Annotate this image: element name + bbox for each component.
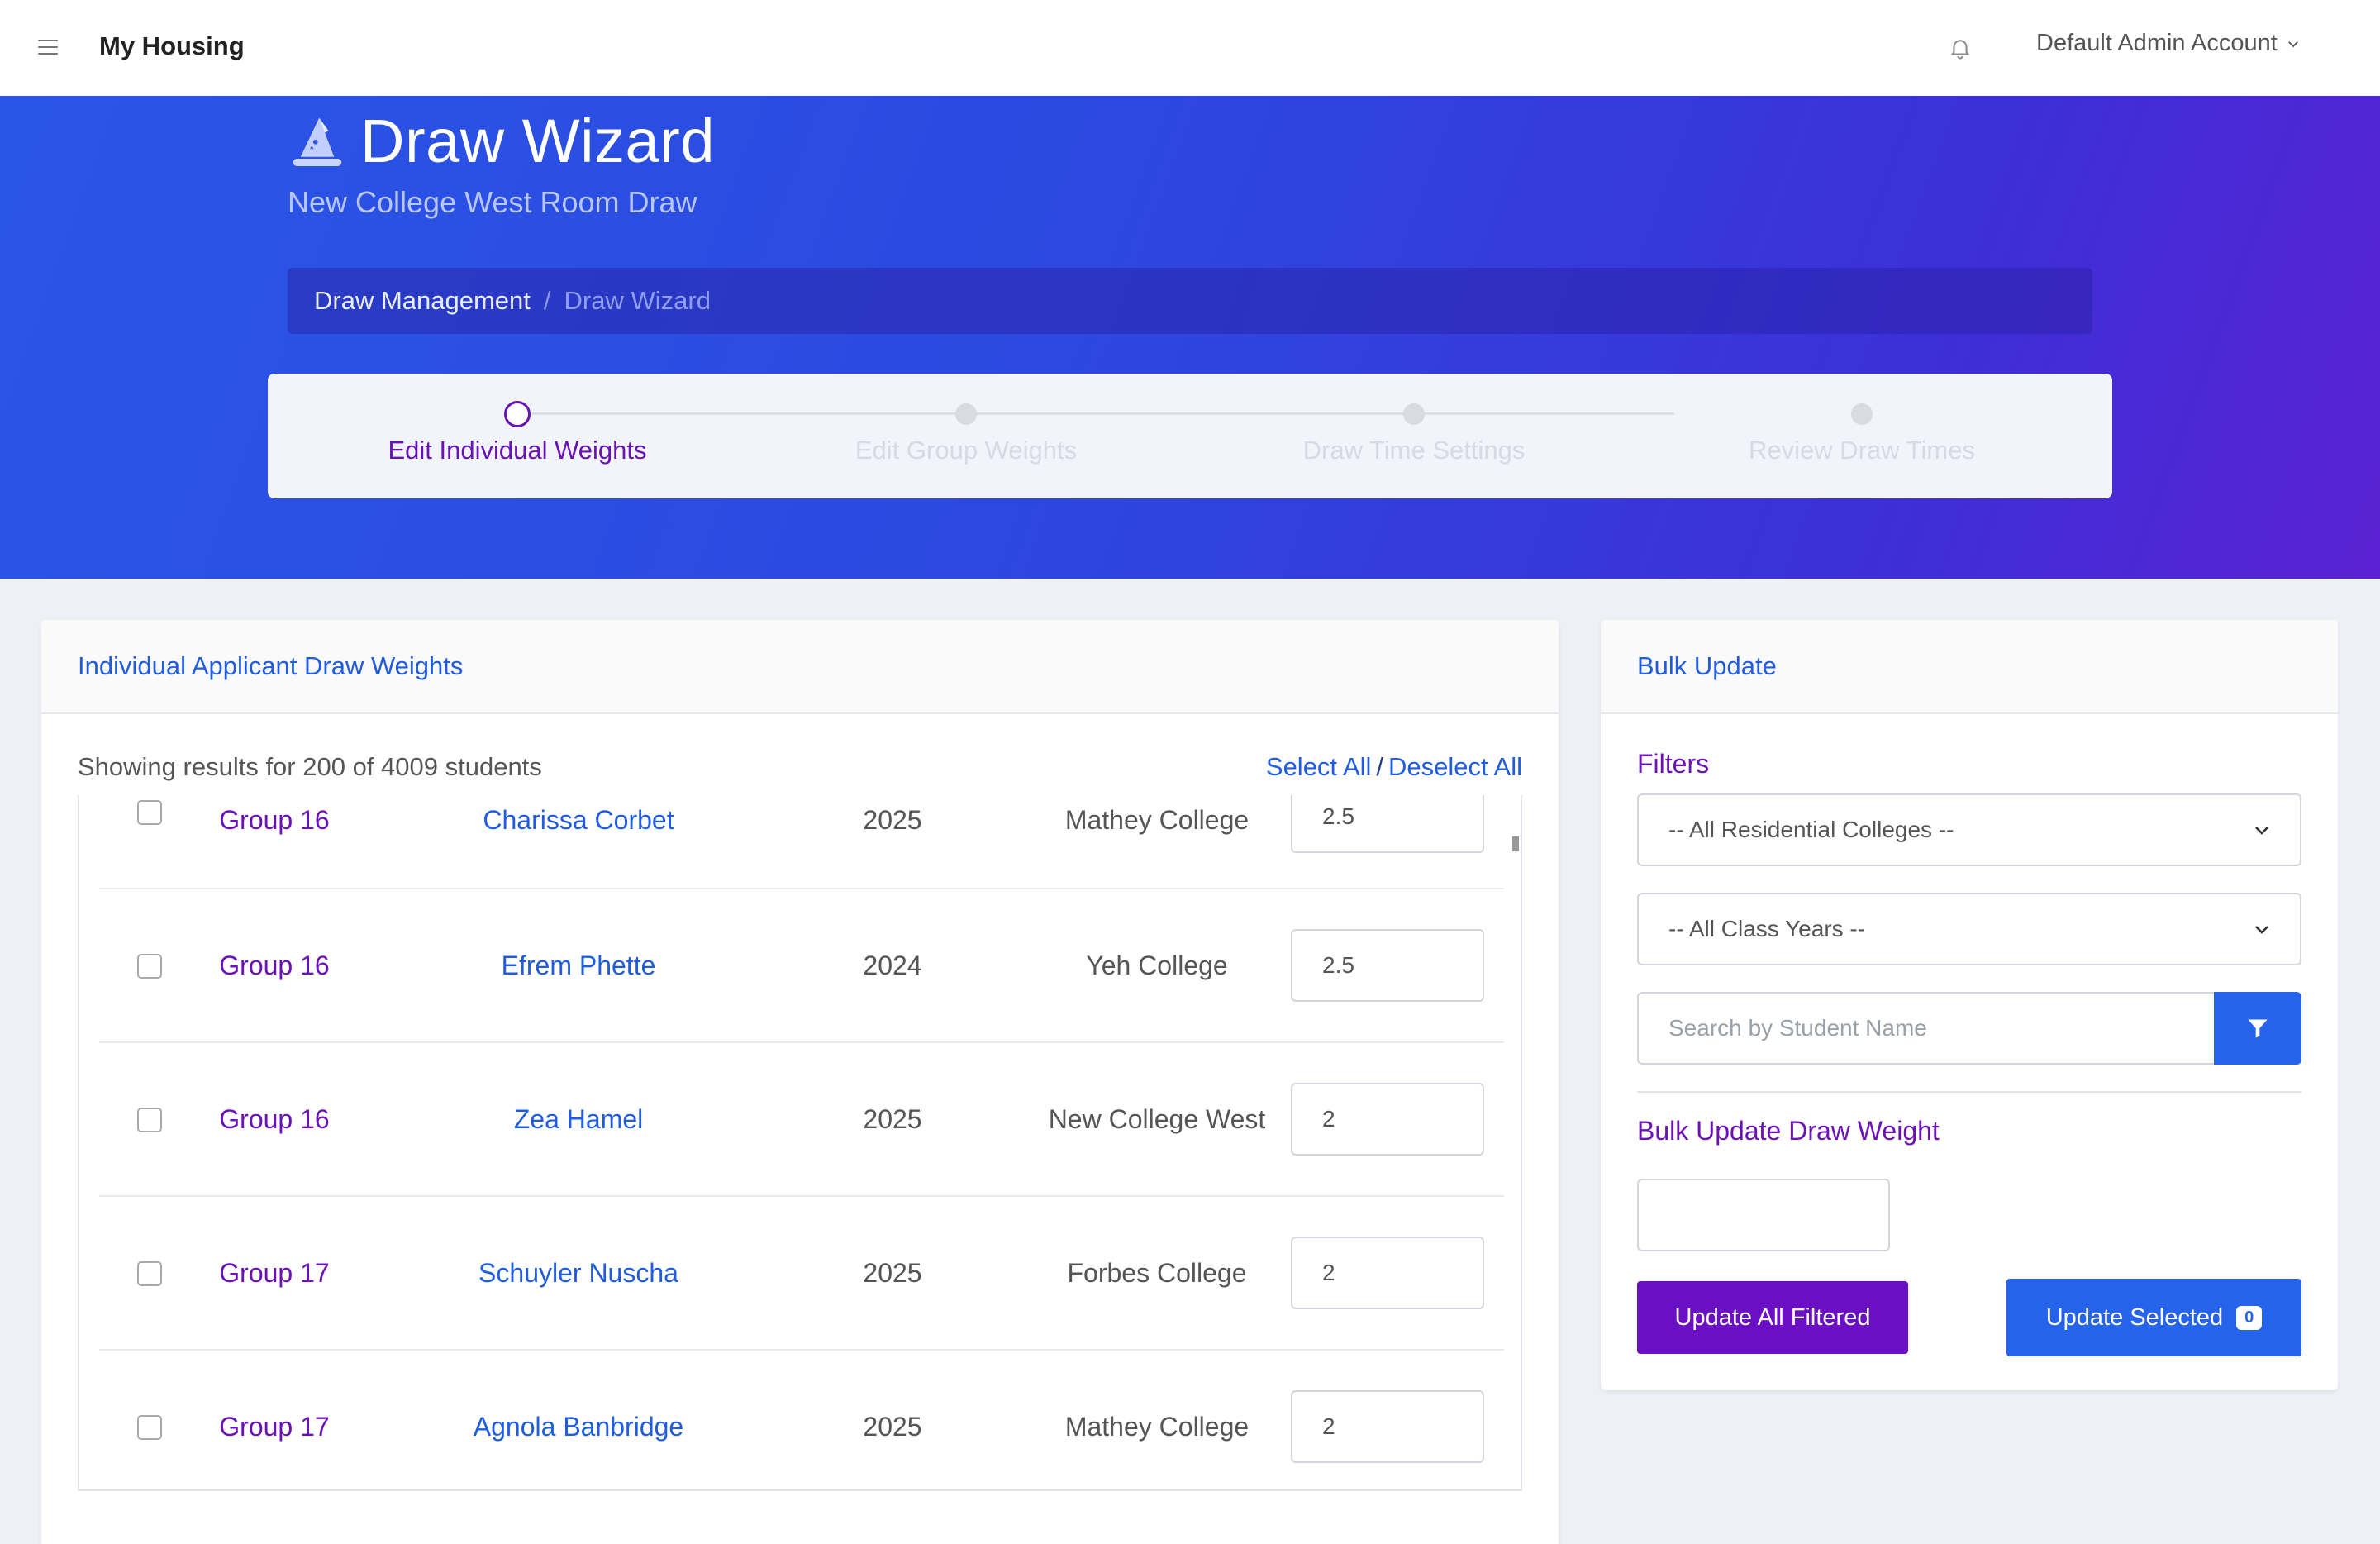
residential-college: Forbes College (1067, 1258, 1247, 1288)
applicant-table[interactable]: Group 16 Charissa Corbet 2025 Mathey Col… (78, 795, 1522, 1491)
filter-icon (2248, 1019, 2268, 1038)
class-year-select[interactable]: -- All Class Years -- (1637, 893, 2301, 965)
residential-college: Mathey College (1064, 1412, 1250, 1442)
step-dot-edit-group-weights[interactable] (955, 403, 977, 425)
account-name: Default Admin Account (2036, 30, 2278, 56)
class-year: 2025 (863, 1258, 922, 1288)
top-navbar: My Housing Default Admin Account (0, 0, 2380, 96)
card-title: Bulk Update (1601, 620, 2338, 714)
update-selected-label: Update Selected (2045, 1303, 2224, 1331)
student-name-link[interactable]: Efrem Phette (413, 951, 744, 981)
table-row: Group 17 Agnola Banbridge 2025 Mathey Co… (99, 1351, 1504, 1489)
bulk-update-card: Bulk Update Filters -- All Residential C… (1601, 620, 2338, 1390)
chevron-down-icon (2255, 827, 2268, 835)
step-label-edit-individual-weights[interactable]: Edit Individual Weights (388, 436, 646, 465)
weight-input[interactable] (1291, 795, 1484, 853)
residential-college: Yeh College (1086, 951, 1228, 980)
breadcrumb: Draw Management / Draw Wizard (288, 268, 2092, 334)
table-row: Group 17 Schuyler Nuscha 2025 Forbes Col… (99, 1197, 1504, 1351)
weight-input[interactable] (1291, 1083, 1484, 1156)
step-dot-draw-time-settings[interactable] (1403, 403, 1425, 425)
chevron-down-icon (2287, 41, 2298, 47)
weight-input[interactable] (1291, 1237, 1484, 1309)
student-name-link[interactable]: Agnola Banbridge (413, 1412, 744, 1442)
bulk-weight-input[interactable] (1637, 1179, 1890, 1251)
filters-label: Filters (1637, 749, 1710, 779)
student-search (1637, 992, 2301, 1065)
row-checkbox[interactable] (137, 800, 162, 825)
bulk-weight-label: Bulk Update Draw Weight (1637, 1116, 1940, 1146)
deselect-all-link[interactable]: Deselect All (1388, 752, 1522, 781)
page-subtitle: New College West Room Draw (288, 185, 697, 219)
student-name-link[interactable]: Zea Hamel (413, 1104, 744, 1135)
wizard-stepper: Edit Individual Weights Edit Group Weigh… (268, 374, 2112, 498)
breadcrumb-current: Draw Wizard (564, 286, 711, 315)
results-count: Showing results for 200 of 4009 students (78, 752, 542, 781)
step-connector (517, 412, 1228, 415)
select-all-link[interactable]: Select All (1266, 752, 1372, 781)
app-title[interactable]: My Housing (99, 31, 245, 61)
student-name-search-input[interactable] (1637, 992, 2216, 1065)
group-link[interactable]: Group 17 (167, 1412, 382, 1442)
card-title: Individual Applicant Draw Weights (41, 620, 1559, 714)
weight-input[interactable] (1291, 1390, 1484, 1463)
residential-college-select-value: -- All Residential Colleges -- (1668, 817, 1954, 842)
hamburger-icon[interactable] (38, 40, 58, 55)
class-year: 2024 (863, 951, 922, 980)
group-link[interactable]: Group 16 (167, 1104, 382, 1135)
breadcrumb-draw-management[interactable]: Draw Management (314, 286, 531, 316)
apply-filter-button[interactable] (2214, 992, 2301, 1065)
student-name-link[interactable]: Schuyler Nuscha (413, 1258, 744, 1289)
divider (1637, 1091, 2301, 1093)
group-link[interactable]: Group 17 (167, 1258, 382, 1289)
residential-college: New College West (1048, 1104, 1266, 1134)
residential-college-select[interactable]: -- All Residential Colleges -- (1637, 793, 2301, 866)
scrollbar-thumb[interactable] (1512, 836, 1519, 851)
class-year: 2025 (863, 1104, 922, 1134)
page-title: Draw Wizard (360, 107, 715, 175)
row-checkbox[interactable] (137, 1415, 162, 1440)
weight-input[interactable] (1291, 929, 1484, 1002)
hero-banner (0, 96, 2380, 579)
row-checkbox[interactable] (137, 1108, 162, 1132)
step-label-draw-time-settings[interactable]: Draw Time Settings (1303, 436, 1526, 465)
table-row: Group 16 Zea Hamel 2025 New College West (99, 1043, 1504, 1197)
chevron-down-icon (2255, 926, 2268, 934)
wizard-hat-icon (293, 117, 342, 166)
class-year-select-value: -- All Class Years -- (1668, 916, 1866, 941)
residential-college: Mathey College (1064, 805, 1250, 835)
table-row: Group 16 Charissa Corbet 2025 Mathey Col… (99, 795, 1504, 889)
table-row: Group 16 Efrem Phette 2024 Yeh College (99, 889, 1504, 1043)
selection-links: Select All / Deselect All (1265, 752, 1522, 781)
step-label-review-draw-times[interactable]: Review Draw Times (1749, 436, 1975, 465)
breadcrumb-separator: / (543, 286, 551, 315)
step-connector (1228, 412, 1674, 415)
step-dot-edit-individual-weights[interactable] (504, 401, 531, 427)
step-label-edit-group-weights[interactable]: Edit Group Weights (855, 436, 1077, 465)
bell-icon[interactable] (1948, 35, 1973, 61)
row-checkbox[interactable] (137, 1261, 162, 1286)
account-menu[interactable]: Default Admin Account (2036, 30, 2301, 57)
class-year: 2025 (863, 1412, 922, 1442)
individual-weights-card: Individual Applicant Draw Weights Showin… (41, 620, 1559, 1544)
update-selected-button[interactable]: Update Selected 0 (2006, 1279, 2301, 1356)
update-all-filtered-button[interactable]: Update All Filtered (1637, 1281, 1908, 1354)
row-checkbox[interactable] (137, 954, 162, 979)
student-name-link[interactable]: Charissa Corbet (413, 805, 744, 836)
selected-count-badge: 0 (2236, 1305, 2263, 1330)
group-link[interactable]: Group 16 (167, 805, 382, 836)
class-year: 2025 (863, 805, 922, 835)
step-dot-review-draw-times[interactable] (1851, 403, 1873, 425)
group-link[interactable]: Group 16 (167, 951, 382, 981)
